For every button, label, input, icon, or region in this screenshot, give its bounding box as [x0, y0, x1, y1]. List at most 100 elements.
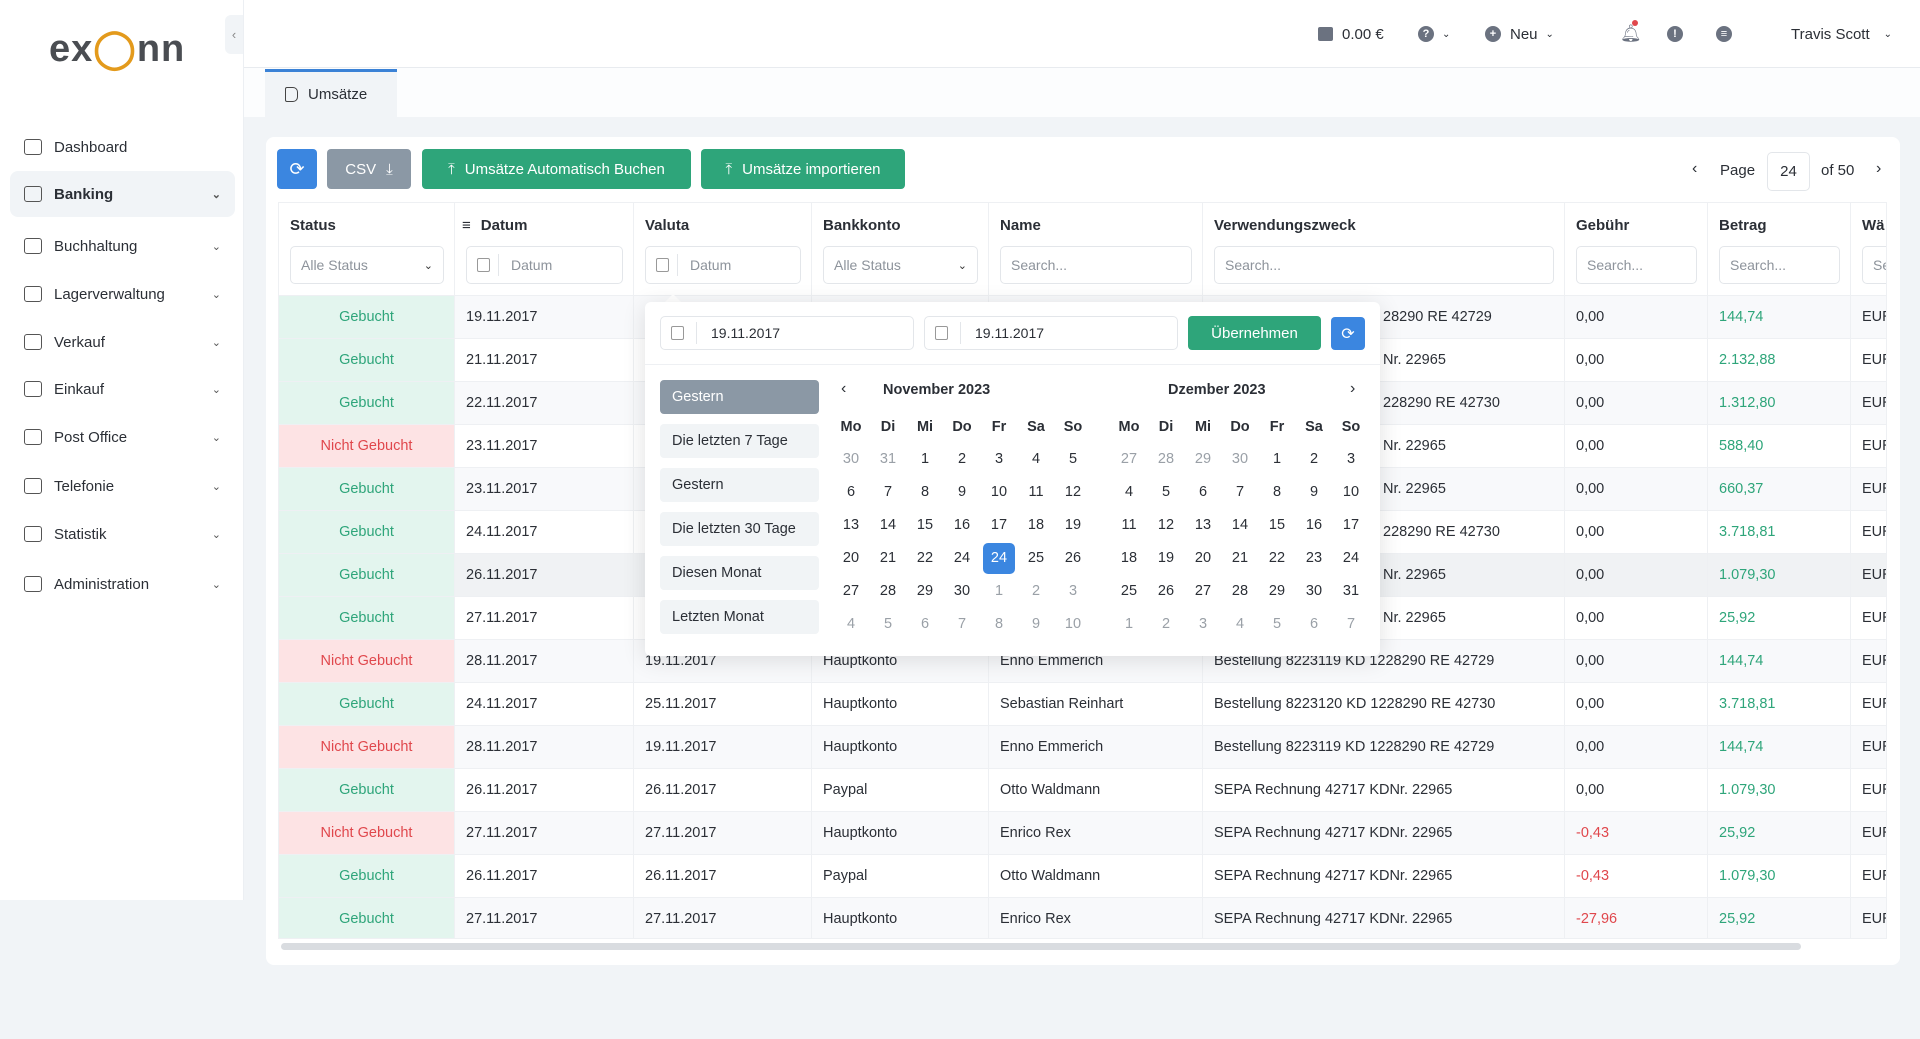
sidebar-item-einkauf[interactable]: Einkauf ⌄ — [10, 366, 235, 412]
page-input[interactable]: 24 — [1767, 152, 1810, 191]
table-row[interactable]: Gebucht 26.11.2017 26.11.2017 Paypal Otto Wa… — [279, 854, 1886, 898]
sort-icon[interactable]: ≡ — [462, 217, 471, 234]
calendar-day[interactable]: 17 — [1335, 517, 1367, 533]
tab-umsaetze[interactable]: Umsätze — [265, 69, 397, 117]
table-row[interactable]: Nicht Gebucht 27.11.2017 27.11.2017 Hauptko… — [279, 811, 1886, 855]
calendar-day[interactable]: 9 — [1298, 484, 1330, 500]
calendar-day[interactable]: 21 — [872, 550, 904, 566]
from-date-input[interactable]: 19.11.2017 — [660, 316, 914, 350]
calendar-day[interactable]: 28 — [872, 583, 904, 599]
calendar-day[interactable]: 5 — [1261, 616, 1293, 632]
calendar-day[interactable]: 3 — [983, 451, 1015, 467]
calendar-day[interactable]: 8 — [983, 616, 1015, 632]
calendar-day[interactable]: 1 — [1113, 616, 1145, 632]
calendar-day[interactable]: 13 — [1187, 517, 1219, 533]
calendar-day[interactable]: 6 — [835, 484, 867, 500]
calendar-day[interactable]: 4 — [1020, 451, 1052, 467]
calendar-day[interactable]: 30 — [835, 451, 867, 467]
preset-die-letzten-7-tage[interactable]: Die letzten 7 Tage — [660, 424, 819, 458]
calendar-day[interactable]: 6 — [1298, 616, 1330, 632]
calendar-day[interactable]: 30 — [1224, 451, 1256, 467]
calendar-day[interactable]: 1 — [1261, 451, 1293, 467]
calendar-day[interactable]: 5 — [872, 616, 904, 632]
calendar-day[interactable]: 28 — [1150, 451, 1182, 467]
calendar-day[interactable]: 2 — [946, 451, 978, 467]
calendar-day[interactable]: 5 — [1057, 451, 1089, 467]
calendar-day[interactable]: 7 — [1335, 616, 1367, 632]
table-row[interactable]: Gebucht 27.11.2017 27.11.2017 Hauptkonto Enr… — [279, 897, 1886, 938]
calendar-day[interactable]: 7 — [872, 484, 904, 500]
calendar-day[interactable]: 16 — [1298, 517, 1330, 533]
sidebar-item-buchhaltung[interactable]: Buchhaltung ⌄ — [10, 223, 235, 269]
calendar-day[interactable]: 4 — [835, 616, 867, 632]
calendar-day[interactable]: 22 — [1261, 550, 1293, 566]
bell-icon[interactable]: 🔔︎ — [1620, 20, 1642, 46]
new-menu[interactable]: + Neu ⌄ — [1485, 22, 1554, 46]
calendar-day[interactable]: 15 — [909, 517, 941, 533]
filter-bankkonto[interactable]: Alle Status ⌄ — [823, 246, 978, 284]
csv-export-button[interactable]: CSV ⤓ — [327, 149, 411, 189]
calendar-day[interactable]: 31 — [872, 451, 904, 467]
filter-valuta[interactable]: Datum — [645, 246, 801, 284]
help-menu[interactable]: ? ⌄ — [1418, 22, 1450, 46]
calendar-day[interactable]: 14 — [1224, 517, 1256, 533]
calendar-day[interactable]: 28 — [1224, 583, 1256, 599]
user-menu[interactable]: Travis Scott ⌄ — [1791, 22, 1892, 46]
calendar-day[interactable]: 27 — [1187, 583, 1219, 599]
calendar-day[interactable]: 30 — [1298, 583, 1330, 599]
calendar-day[interactable]: 22 — [909, 550, 941, 566]
prev-month-button[interactable]: ‹ — [841, 380, 846, 398]
table-row[interactable]: Nicht Gebucht 28.11.2017 19.11.2017 Hauptko… — [279, 725, 1886, 769]
calendar-day[interactable]: 19 — [1150, 550, 1182, 566]
calendar-day[interactable]: 5 — [1150, 484, 1182, 500]
calendar-day[interactable]: 13 — [835, 517, 867, 533]
calendar-day[interactable]: 8 — [909, 484, 941, 500]
reset-button[interactable]: ⟳ — [1331, 317, 1365, 350]
calendar-day[interactable]: 4 — [1113, 484, 1145, 500]
calendar-day[interactable]: 15 — [1261, 517, 1293, 533]
table-row[interactable]: Gebucht 24.11.2017 25.11.2017 Hauptkonto Seb… — [279, 682, 1886, 726]
next-page-button[interactable]: › — [1876, 160, 1881, 178]
calendar-day[interactable]: 29 — [1187, 451, 1219, 467]
calendar-day[interactable]: 18 — [1020, 517, 1052, 533]
calendar-day[interactable]: 2 — [1020, 583, 1052, 599]
calendar-day[interactable]: 6 — [1187, 484, 1219, 500]
calendar-day[interactable]: 21 — [1224, 550, 1256, 566]
sidebar-item-post-office[interactable]: Post Office ⌄ — [10, 414, 235, 460]
calendar-day[interactable]: 7 — [1224, 484, 1256, 500]
calendar-day[interactable]: 1 — [983, 583, 1015, 599]
calendar-day[interactable]: 12 — [1150, 517, 1182, 533]
calendar-day[interactable]: 17 — [983, 517, 1015, 533]
calendar-day[interactable]: 20 — [1187, 550, 1219, 566]
table-row[interactable]: Gebucht 26.11.2017 26.11.2017 Paypal Otto Wa… — [279, 768, 1886, 812]
sidebar-item-lagerverwaltung[interactable]: Lagerverwaltung ⌄ — [10, 271, 235, 317]
calendar-day[interactable]: 2 — [1298, 451, 1330, 467]
sidebar-item-verkauf[interactable]: Verkauf ⌄ — [10, 319, 235, 365]
calendar-day[interactable]: 23 — [1298, 550, 1330, 566]
calendar-day[interactable]: 7 — [946, 616, 978, 632]
calendar-day[interactable]: 10 — [983, 484, 1015, 500]
to-date-input[interactable]: 19.11.2017 — [924, 316, 1178, 350]
filter-status[interactable]: Alle Status ⌄ — [290, 246, 444, 284]
calendar-day[interactable]: 26 — [1150, 583, 1182, 599]
preset-diesen-monat[interactable]: Diesen Monat — [660, 556, 819, 590]
calendar-day[interactable]: 9 — [946, 484, 978, 500]
calendar-day[interactable]: 27 — [1113, 451, 1145, 467]
prev-page-button[interactable]: ‹ — [1692, 160, 1697, 178]
calendar-day[interactable]: 3 — [1187, 616, 1219, 632]
filter-verwendungszweck[interactable]: Search... — [1214, 246, 1554, 284]
balance[interactable]: 0.00 € — [1318, 22, 1384, 46]
calendar-day[interactable]: 16 — [946, 517, 978, 533]
sidebar-item-dashboard[interactable]: Dashboard — [10, 124, 235, 170]
calendar-day[interactable]: 18 — [1113, 550, 1145, 566]
alert-icon[interactable]: ! — [1667, 22, 1683, 46]
calendar-day[interactable]: 10 — [1057, 616, 1089, 632]
calendar-day[interactable]: 29 — [909, 583, 941, 599]
apply-button[interactable]: Übernehmen — [1188, 316, 1321, 350]
calendar-day[interactable]: 8 — [1261, 484, 1293, 500]
preset-die-letzten-30-tage[interactable]: Die letzten 30 Tage — [660, 512, 819, 546]
filter-betrag[interactable]: Search... — [1719, 246, 1840, 284]
calendar-day[interactable]: 4 — [1224, 616, 1256, 632]
filter-gebühr[interactable]: Search... — [1576, 246, 1697, 284]
refresh-button[interactable]: ⟳ — [277, 149, 317, 189]
